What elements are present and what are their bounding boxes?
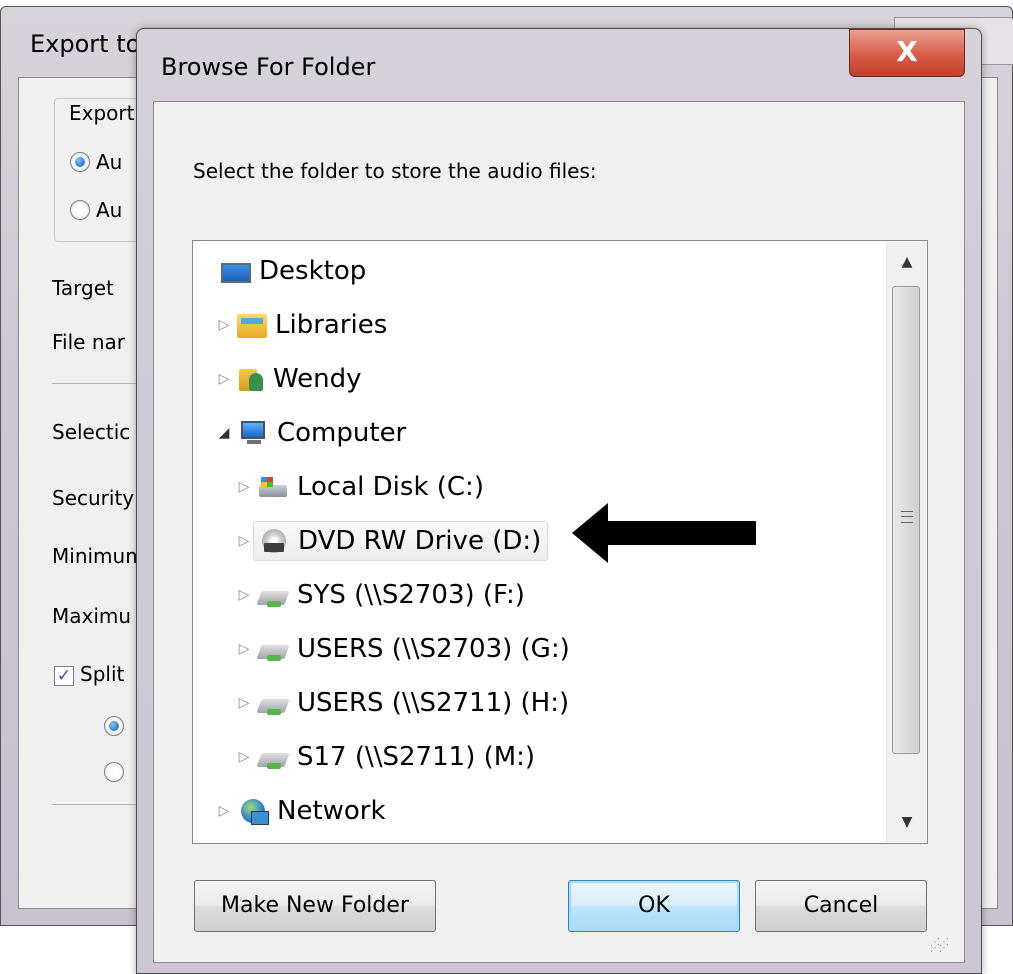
ok-button[interactable]: OK <box>568 880 740 932</box>
tree-item-label: USERS (\\S2711) (H:) <box>297 688 570 718</box>
tree-item-desktop[interactable]: Desktop <box>199 251 372 291</box>
tree-item-label: Computer <box>277 418 407 448</box>
grip-lines-icon <box>901 511 913 523</box>
split-radio-2[interactable] <box>104 762 124 782</box>
security-label: Security <box>52 486 135 510</box>
network-drive-icon <box>257 581 289 609</box>
expand-arrow-icon[interactable]: ▷ <box>235 641 253 657</box>
export-radio-1-label: Au <box>96 150 123 174</box>
tree-item-label: Desktop <box>259 256 367 286</box>
instruction-text: Select the folder to store the audio fil… <box>193 159 597 183</box>
close-button[interactable]: X <box>849 29 965 77</box>
export-radio-2[interactable] <box>70 200 90 220</box>
expand-arrow-icon[interactable]: ▷ <box>235 587 253 603</box>
collapse-arrow-icon[interactable]: ◢ <box>215 425 233 441</box>
tree-item-label: Libraries <box>275 310 388 340</box>
dvd-drive-icon <box>258 527 290 555</box>
export-radio-1[interactable] <box>70 152 90 172</box>
expand-arrow-icon[interactable]: ▷ <box>215 803 233 819</box>
tree-item-users-g[interactable]: ▷ USERS (\\S2703) (G:) <box>235 629 576 669</box>
network-drive-icon <box>257 689 289 717</box>
computer-icon <box>237 419 269 447</box>
split-radio-1[interactable] <box>104 716 124 736</box>
selection-label: Selectic <box>52 420 131 444</box>
annotation-arrow-icon <box>572 503 756 563</box>
export-group-title: Export <box>66 101 138 125</box>
tree-item-libraries[interactable]: ▷ Libraries <box>215 305 393 345</box>
tree-scrollbar[interactable]: ▲ ▼ <box>886 242 926 842</box>
tree-item-users-h[interactable]: ▷ USERS (\\S2711) (H:) <box>235 683 575 723</box>
tree-item-label: Local Disk (C:) <box>297 472 484 502</box>
network-drive-icon <box>257 635 289 663</box>
tree-item-dvd-rw-drive-d[interactable]: ▷ DVD RW Drive (D:) <box>235 521 549 561</box>
local-disk-icon <box>257 473 289 501</box>
resize-grip-icon[interactable]: ⋰⋰ ⋰⋰ <box>930 938 949 954</box>
dialog-title: Browse For Folder <box>161 53 376 81</box>
tree-item-label: SYS (\\S2703) (F:) <box>297 580 525 610</box>
scroll-thumb[interactable] <box>892 286 920 754</box>
make-new-folder-button[interactable]: Make New Folder <box>194 880 436 932</box>
expand-arrow-icon[interactable]: ▷ <box>235 749 253 765</box>
tree-item-local-disk-c[interactable]: ▷ Local Disk (C:) <box>235 467 490 507</box>
expand-arrow-icon[interactable]: ▷ <box>215 317 233 333</box>
network-icon <box>237 797 269 825</box>
tree-item-s17-m[interactable]: ▷ S17 (\\S2711) (M:) <box>235 737 541 777</box>
file-name-label: File nar <box>52 330 125 354</box>
target-label: Target <box>52 276 114 300</box>
tree-item-sys-f[interactable]: ▷ SYS (\\S2703) (F:) <box>235 575 531 615</box>
tree-item-label: Wendy <box>273 364 362 394</box>
tree-item-label: USERS (\\S2703) (G:) <box>297 634 570 664</box>
cancel-button[interactable]: Cancel <box>755 880 927 932</box>
tree-item-wendy[interactable]: ▷ Wendy <box>215 359 368 399</box>
export-window-title: Export to <box>30 30 141 58</box>
expand-arrow-icon[interactable]: ▷ <box>215 371 233 387</box>
scroll-down-arrow-icon[interactable]: ▼ <box>887 802 927 842</box>
tree-item-label: DVD RW Drive (D:) <box>298 526 542 556</box>
close-icon: X <box>896 35 918 68</box>
libraries-icon <box>237 314 267 338</box>
expand-arrow-icon[interactable]: ▷ <box>235 533 253 549</box>
expand-arrow-icon[interactable]: ▷ <box>235 695 253 711</box>
tree-item-network[interactable]: ▷ Network <box>215 791 392 831</box>
split-checkbox[interactable]: ✓ <box>54 666 74 686</box>
split-checkbox-label: Split <box>80 662 125 686</box>
desktop-icon <box>221 263 251 283</box>
maximum-label: Maximu <box>52 604 132 628</box>
user-folder-icon <box>237 365 265 393</box>
tree-item-computer[interactable]: ◢ Computer <box>215 413 412 453</box>
network-drive-icon <box>257 743 289 771</box>
folder-tree[interactable]: Desktop ▷ Libraries ▷ Wendy ◢ Computer ▷… <box>192 240 928 844</box>
export-radio-2-label: Au <box>96 198 123 222</box>
tree-item-label: S17 (\\S2711) (M:) <box>297 742 536 772</box>
scroll-up-arrow-icon[interactable]: ▲ <box>887 242 927 282</box>
minimum-label: Minimum <box>52 544 145 568</box>
tree-item-label: Network <box>277 796 386 826</box>
expand-arrow-icon[interactable]: ▷ <box>235 479 253 495</box>
